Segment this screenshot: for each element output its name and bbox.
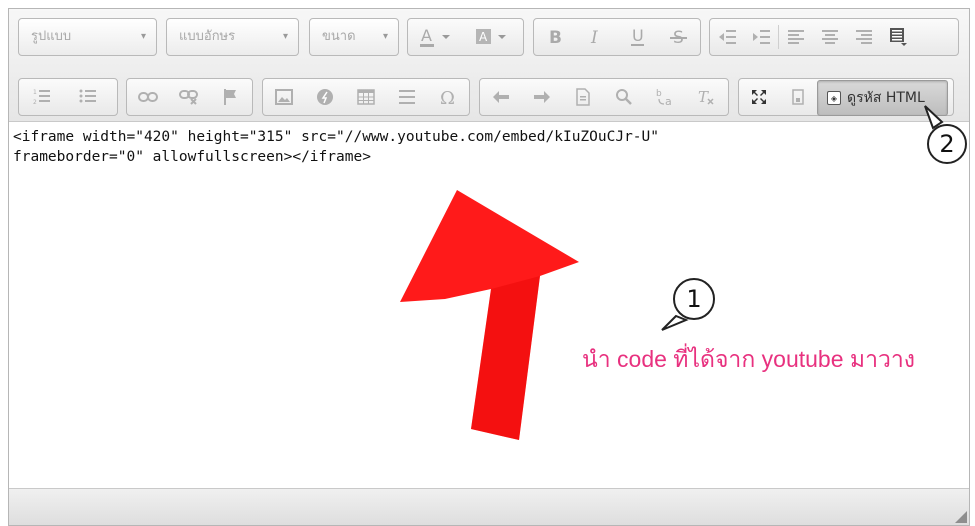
annotation-overlay [400,105,967,440]
red-arrow [400,190,579,440]
callout-1-number: 1 [686,285,702,313]
callout-2-number: 2 [939,130,955,158]
instruction-note: นำ code ที่ได้จาก youtube มาวาง [582,346,916,372]
